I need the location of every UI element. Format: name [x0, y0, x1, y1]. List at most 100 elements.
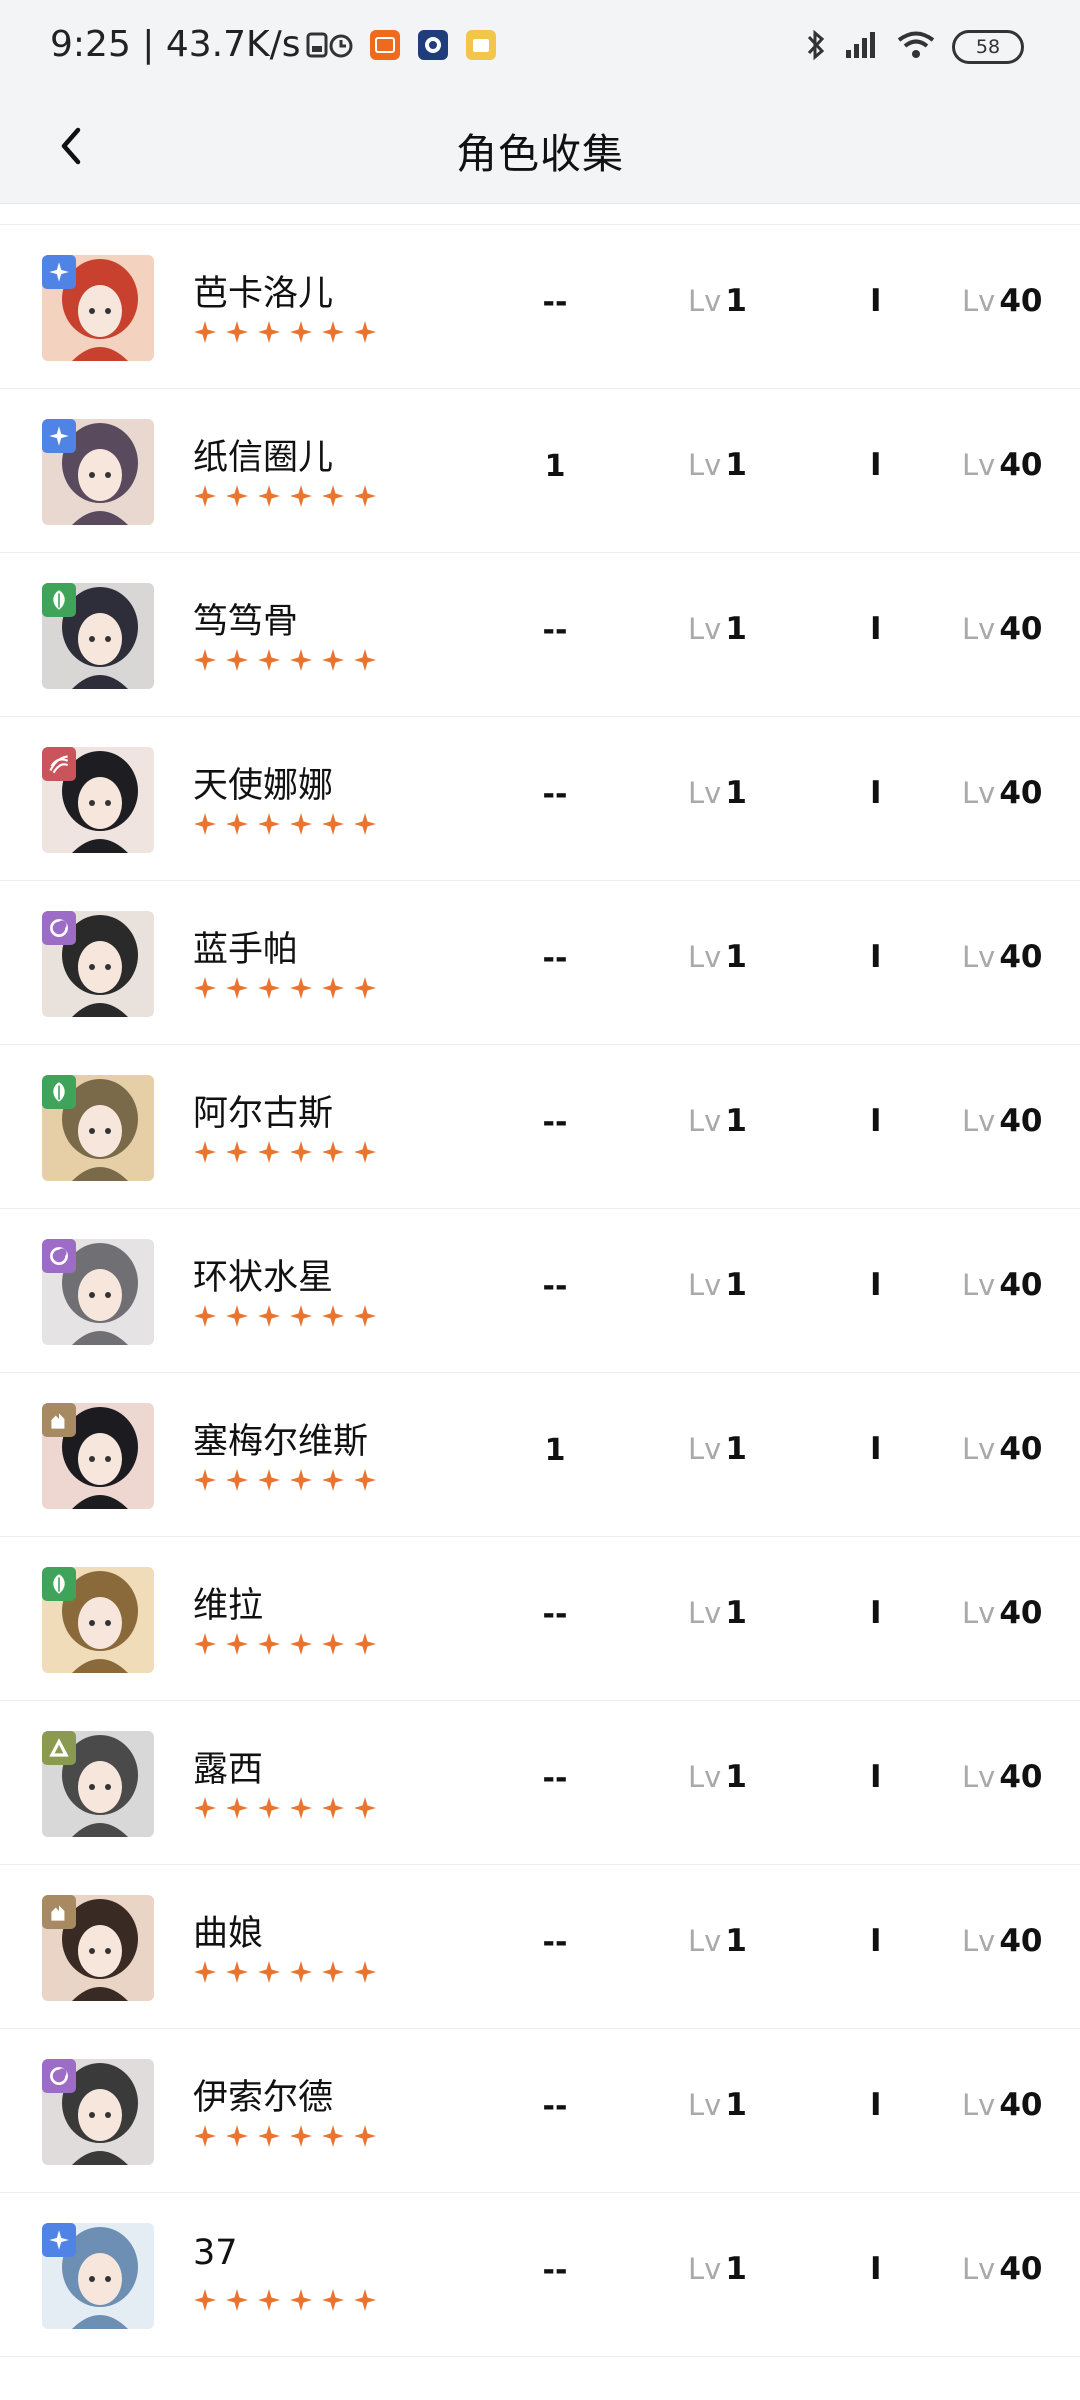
character-count: 1	[544, 1433, 566, 1468]
star-icon	[322, 813, 344, 835]
star-element-icon	[42, 2223, 76, 2257]
level-label: Lv	[688, 1104, 722, 1138]
character-row[interactable]: 阿尔古斯 -- Lv 1 I Lv 40	[0, 1045, 1080, 1209]
character-avatar	[42, 911, 154, 1017]
max-level-label: Lv	[962, 940, 996, 974]
level-value: 1	[725, 775, 747, 811]
character-row[interactable]: 天使娜娜 -- Lv 1 I Lv 40	[0, 717, 1080, 881]
star-icon	[194, 649, 216, 671]
status-bar: 9:25 | 43.7K/s 58	[0, 0, 1080, 92]
character-row[interactable]: 曲娘 -- Lv 1 I Lv 40	[0, 1865, 1080, 2029]
app-icon	[418, 30, 448, 60]
character-max-level: Lv 40	[962, 1595, 1042, 1631]
max-level-label: Lv	[962, 2088, 996, 2122]
insight-rank: I	[870, 1103, 882, 1139]
beast-element-icon	[42, 1403, 76, 1437]
star-rating	[193, 648, 377, 672]
star-icon	[354, 1961, 376, 1983]
star-icon	[290, 649, 312, 671]
max-level-value: 40	[999, 283, 1043, 319]
level-label: Lv	[688, 940, 722, 974]
star-icon	[194, 485, 216, 507]
status-time: 9:25 | 43.7K/s	[50, 24, 301, 65]
insight-rank: I	[870, 939, 882, 975]
level-value: 1	[725, 1267, 747, 1303]
character-max-level: Lv 40	[962, 447, 1042, 483]
character-name: 37	[193, 2233, 238, 2273]
mi-app-icon	[370, 30, 400, 60]
level-label: Lv	[688, 2088, 722, 2122]
star-icon	[290, 2289, 312, 2311]
character-max-level: Lv 40	[962, 283, 1042, 319]
character-max-level: Lv 40	[962, 2087, 1042, 2123]
character-level: Lv 1	[688, 1431, 747, 1467]
page-title: 角色收集	[456, 130, 624, 178]
star-icon	[194, 321, 216, 343]
star-icon	[322, 1469, 344, 1491]
level-label: Lv	[688, 776, 722, 810]
insight-rank: I	[870, 283, 882, 319]
character-row[interactable]: 伊索尔德 -- Lv 1 I Lv 40	[0, 2029, 1080, 2193]
character-avatar	[42, 1403, 154, 1509]
mineral-element-icon	[42, 1731, 76, 1765]
character-row[interactable]: 维拉 -- Lv 1 I Lv 40	[0, 1537, 1080, 1701]
star-icon	[194, 1633, 216, 1655]
max-level-label: Lv	[962, 1432, 996, 1466]
character-row[interactable]: 塞梅尔维斯 1 Lv 1 I Lv 40	[0, 1373, 1080, 1537]
character-max-level: Lv 40	[962, 611, 1042, 647]
level-label: Lv	[688, 1924, 722, 1958]
insight-rank: I	[870, 1267, 882, 1303]
star-icon	[226, 485, 248, 507]
character-row[interactable]: 37 -- Lv 1 I Lv 40	[0, 2193, 1080, 2357]
insight-rank: I	[870, 1759, 882, 1795]
level-value: 1	[725, 1103, 747, 1139]
character-max-level: Lv 40	[962, 775, 1042, 811]
star-icon	[258, 977, 280, 999]
character-row[interactable]: 笃笃骨 -- Lv 1 I Lv 40	[0, 553, 1080, 717]
character-count: --	[542, 1269, 568, 1304]
star-icon	[354, 1633, 376, 1655]
star-icon	[322, 1305, 344, 1327]
star-icon	[194, 1141, 216, 1163]
character-avatar	[42, 1567, 154, 1673]
star-icon	[226, 1141, 248, 1163]
insight-rank: I	[870, 2087, 882, 2123]
star-icon	[290, 321, 312, 343]
character-row[interactable]: 蓝手帕 -- Lv 1 I Lv 40	[0, 881, 1080, 1045]
star-icon	[354, 1305, 376, 1327]
character-count: --	[542, 285, 568, 320]
level-value: 1	[725, 1595, 747, 1631]
character-level: Lv 1	[688, 2087, 747, 2123]
battery-icon: 58	[952, 30, 1024, 64]
status-indicators: 58	[804, 28, 1024, 66]
character-count: --	[542, 2253, 568, 2288]
max-level-value: 40	[999, 611, 1043, 647]
character-row[interactable]: 纸信圈儿 1 Lv 1 I Lv 40	[0, 389, 1080, 553]
star-icon	[226, 977, 248, 999]
character-row[interactable]: 露西 -- Lv 1 I Lv 40	[0, 1701, 1080, 1865]
star-icon	[354, 977, 376, 999]
character-avatar	[42, 747, 154, 853]
character-level: Lv 1	[688, 611, 747, 647]
character-row[interactable]: 芭卡洛儿 -- Lv 1 I Lv 40	[0, 225, 1080, 389]
character-name: 塞梅尔维斯	[193, 1422, 369, 1462]
level-label: Lv	[688, 284, 722, 318]
star-element-icon	[42, 419, 76, 453]
character-avatar	[42, 1731, 154, 1837]
character-max-level: Lv 40	[962, 1431, 1042, 1467]
level-value: 1	[725, 2087, 747, 2123]
moon-element-icon	[42, 1239, 76, 1273]
star-icon	[354, 485, 376, 507]
star-icon	[290, 977, 312, 999]
level-label: Lv	[688, 1596, 722, 1630]
character-name: 阿尔古斯	[193, 1094, 334, 1134]
star-icon	[258, 1797, 280, 1819]
character-level: Lv 1	[688, 775, 747, 811]
star-icon	[354, 2125, 376, 2147]
character-max-level: Lv 40	[962, 1923, 1042, 1959]
star-icon	[290, 1961, 312, 1983]
character-name: 维拉	[193, 1586, 264, 1626]
level-value: 1	[725, 611, 747, 647]
character-row[interactable]: 环状水星 -- Lv 1 I Lv 40	[0, 1209, 1080, 1373]
star-icon	[194, 977, 216, 999]
